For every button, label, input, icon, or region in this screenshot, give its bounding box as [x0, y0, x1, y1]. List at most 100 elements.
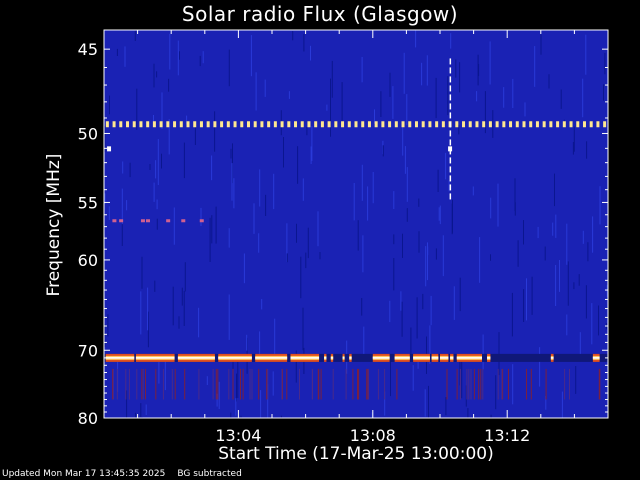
low-band-streak — [162, 368, 164, 400]
spike-point — [448, 146, 453, 152]
noise-streak — [122, 161, 124, 174]
noise-streak — [582, 230, 584, 244]
noise-streak — [140, 291, 142, 335]
band-dot-49mhz — [462, 121, 466, 128]
band-71mhz-peak — [394, 357, 410, 359]
x-tick-label: 13:12 — [484, 426, 530, 445]
noise-streak — [428, 385, 429, 418]
low-band-streak — [217, 368, 219, 400]
noise-streak — [587, 242, 589, 262]
noise-streak — [511, 292, 513, 337]
noise-streak — [492, 110, 494, 138]
band-dot-49mhz — [582, 121, 586, 128]
noise-streak — [361, 298, 363, 316]
noise-streak — [401, 301, 403, 337]
noise-streak — [459, 277, 461, 312]
band-56mhz-burst — [181, 219, 186, 223]
band-dot-49mhz — [260, 121, 264, 128]
noise-streak — [439, 205, 441, 225]
noise-streak — [393, 191, 395, 209]
band-dot-49mhz — [307, 121, 311, 128]
noise-streak — [230, 412, 232, 418]
noise-streak — [184, 262, 186, 292]
noise-streak — [202, 51, 204, 64]
noise-streak — [450, 33, 452, 49]
low-band-streak — [266, 368, 268, 400]
noise-streak — [107, 314, 109, 337]
noise-streak — [582, 78, 584, 118]
band-dot-49mhz — [132, 121, 136, 128]
noise-streak — [259, 169, 261, 207]
low-band-streak — [366, 368, 368, 400]
band-dot-49mhz — [529, 121, 533, 128]
spike-segment — [449, 58, 452, 65]
noise-streak — [149, 164, 151, 170]
y-tick-label: 50 — [78, 124, 98, 143]
noise-streak — [231, 163, 233, 201]
noise-streak — [300, 256, 302, 299]
noise-streak — [561, 391, 563, 418]
band-dot-49mhz — [535, 121, 539, 128]
band-dot-49mhz — [152, 121, 156, 128]
noise-streak — [382, 145, 384, 157]
noise-streak — [402, 233, 403, 258]
y-tick-label: 45 — [78, 40, 98, 59]
band-dot-49mhz — [556, 121, 560, 128]
low-band-streak — [478, 368, 480, 400]
band-dot-49mhz — [354, 121, 358, 128]
band-dot-49mhz — [361, 121, 365, 128]
band-dot-49mhz — [186, 121, 190, 128]
noise-streak — [512, 364, 514, 405]
noise-streak — [461, 360, 463, 399]
spectrogram-chart: Solar radio Flux (Glasgow) Frequency [MH… — [0, 0, 640, 480]
spike-segment — [449, 76, 452, 83]
low-band-streak — [174, 368, 176, 400]
band-dot-49mhz — [428, 121, 432, 128]
low-band-streak — [128, 368, 130, 400]
low-band-streak — [482, 368, 484, 400]
noise-streak — [603, 84, 604, 101]
noise-streak — [218, 381, 220, 409]
noise-streak — [447, 76, 449, 116]
noise-streak — [514, 178, 516, 212]
low-band-streak — [470, 368, 472, 400]
noise-streak — [544, 246, 546, 261]
low-band-streak — [384, 368, 386, 400]
noise-streak — [393, 258, 395, 291]
noise-streak — [416, 297, 418, 339]
noise-streak — [585, 34, 587, 75]
band-dot-49mhz — [213, 121, 217, 128]
noise-streak — [445, 152, 447, 180]
noise-streak — [424, 389, 426, 417]
band-dot-49mhz — [267, 121, 271, 128]
low-band-streak — [145, 368, 146, 400]
noise-streak — [531, 276, 533, 315]
band-dot-49mhz — [273, 121, 277, 128]
noise-streak — [331, 60, 333, 98]
noise-streak — [552, 222, 554, 236]
noise-streak — [157, 139, 159, 185]
low-band-streak — [320, 368, 322, 400]
noise-streak — [161, 153, 162, 169]
band-dot-49mhz — [475, 121, 479, 128]
band-dot-49mhz — [522, 121, 526, 128]
noise-streak — [406, 167, 408, 202]
band-dot-49mhz — [126, 121, 130, 128]
noise-streak — [393, 234, 395, 245]
noise-streak — [555, 214, 557, 238]
band-dot-49mhz — [569, 121, 573, 128]
noise-streak — [490, 254, 491, 261]
noise-streak — [380, 91, 382, 117]
noise-streak — [153, 63, 155, 88]
noise-streak — [154, 280, 156, 292]
noise-streak — [392, 86, 394, 119]
noise-streak — [455, 59, 457, 78]
noise-streak — [406, 208, 408, 222]
noise-streak — [591, 303, 593, 345]
noise-streak — [357, 220, 359, 251]
noise-streak — [467, 408, 469, 418]
band-71mhz-peak — [105, 357, 135, 359]
band-dot-49mhz — [408, 121, 412, 128]
footer: Updated Mon Mar 17 13:45:35 2025 BG subtr… — [2, 469, 254, 479]
band-dot-49mhz — [603, 121, 607, 128]
